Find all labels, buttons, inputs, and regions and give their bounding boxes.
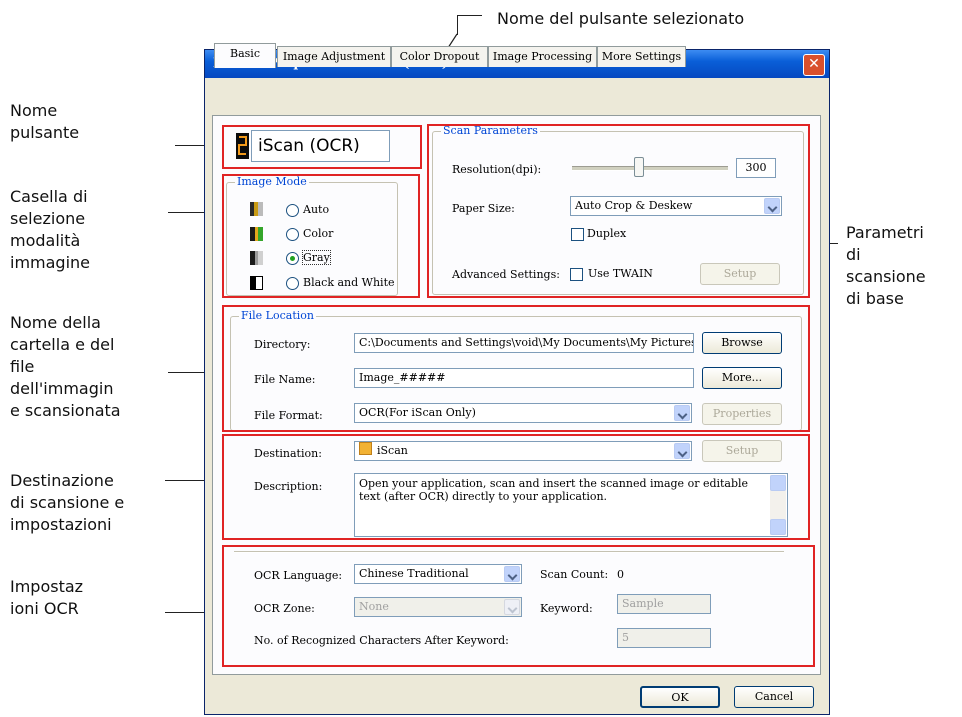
annotation-leader: [457, 15, 482, 16]
highlight-image-mode: [222, 174, 420, 298]
annotation-ocr: Impostaz ioni OCR: [10, 577, 84, 618]
tab-more-settings[interactable]: More Settings: [597, 46, 686, 67]
tab-image-processing[interactable]: Image Processing: [488, 46, 597, 67]
cancel-button[interactable]: Cancel: [734, 686, 814, 708]
close-icon: ✕: [808, 56, 820, 72]
annotation-scan-params: Parametri di scansione di base: [846, 223, 926, 308]
annotation-folder-file: Nome della cartella e del file dell'imma…: [10, 313, 121, 420]
annotation-destination: Destinazione di scansione e impostazioni: [10, 471, 125, 534]
highlight-scan-parameters: [427, 124, 810, 298]
highlight-button-name: [222, 125, 422, 169]
annotation-leader: [457, 15, 458, 35]
ok-button[interactable]: OK: [640, 686, 720, 708]
annotation-selected-button-name: Nome del pulsante selezionato: [497, 9, 745, 28]
highlight-destination: [222, 434, 810, 540]
tab-basic[interactable]: Basic: [214, 43, 276, 68]
tab-color-dropout[interactable]: Color Dropout: [391, 46, 488, 67]
tab-image-adjustment[interactable]: Image Adjustment: [277, 46, 391, 67]
highlight-file-location: [222, 305, 810, 432]
close-button[interactable]: ✕: [803, 54, 825, 76]
highlight-ocr: [222, 545, 815, 667]
annotation-button-name: Nome pulsante: [10, 101, 80, 142]
annotation-image-mode: Casella di selezione modalità immagine: [10, 187, 91, 272]
